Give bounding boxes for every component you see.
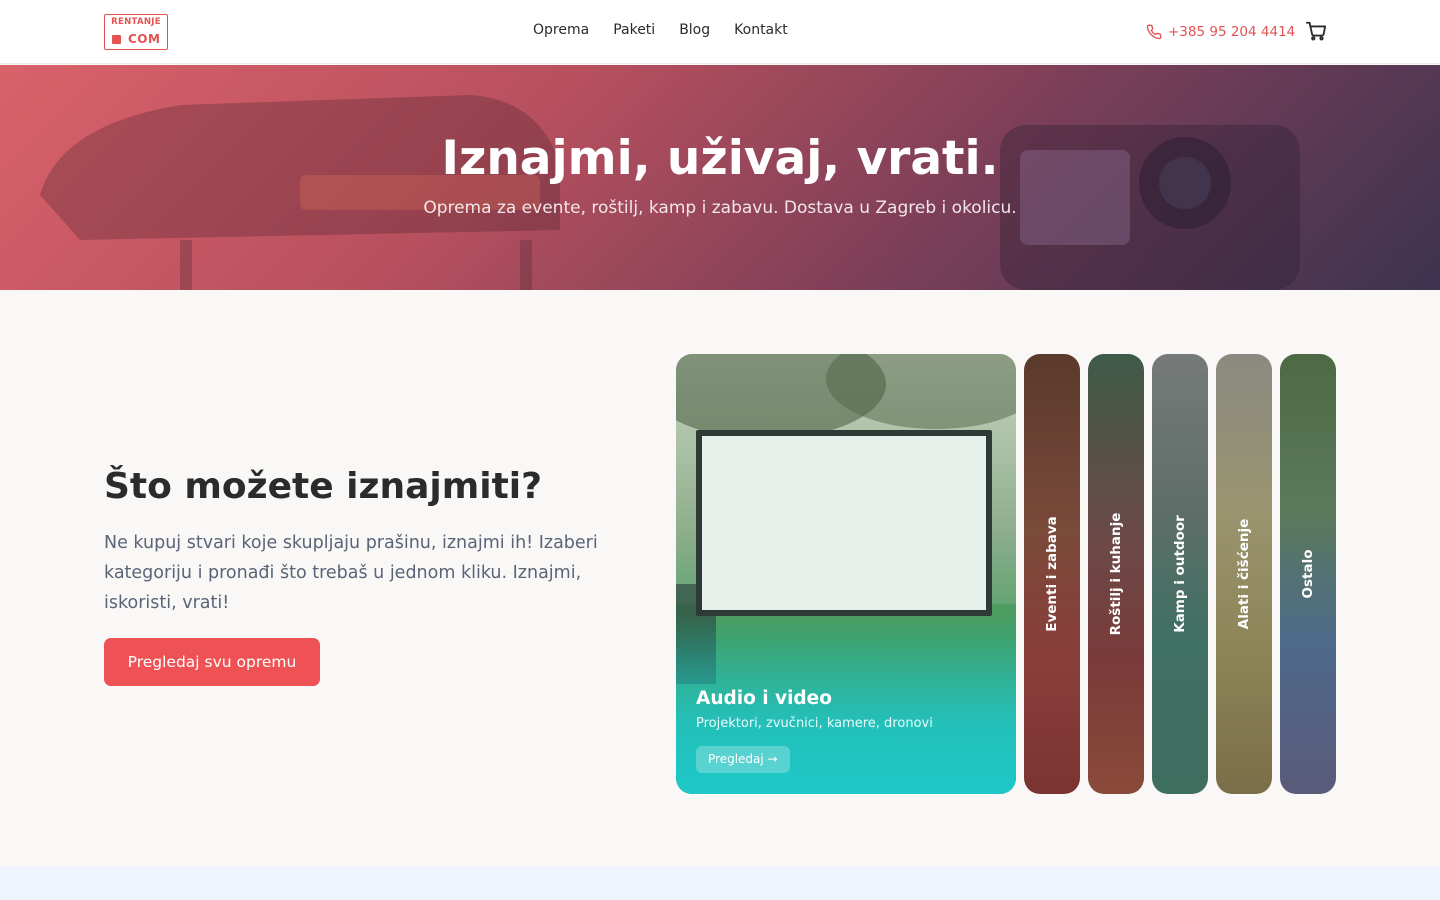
hero-subtitle: Oprema za evente, roštilj, kamp i zabavu… [423, 198, 1017, 218]
nav-item-blog[interactable]: Blog [679, 22, 710, 38]
section-title: Što možete iznajmiti? [104, 466, 543, 507]
category-browse-button[interactable]: Pregledaj → [696, 746, 790, 773]
category-label: Ostalo [1300, 549, 1316, 599]
logo-text-bottom: COM [128, 32, 161, 46]
category-label: Eventi i zabava [1044, 516, 1060, 632]
phone-icon [1146, 24, 1162, 40]
category-card-rostilj[interactable]: Roštilj i kuhanje [1088, 354, 1144, 794]
category-card-alati[interactable]: Alati i čišćenje [1216, 354, 1272, 794]
logo-bottom: COM [110, 32, 166, 47]
site-header: RENTANJE COM Oprema Paketi Blog Kontakt … [0, 0, 1440, 64]
cart-icon[interactable] [1305, 20, 1327, 42]
logo-square-icon [112, 35, 121, 44]
nav-item-oprema[interactable]: Oprema [533, 22, 589, 38]
category-label: Alati i čišćenje [1236, 518, 1252, 630]
category-card-audio-video[interactable]: Audio i video Projektori, zvučnici, kame… [676, 354, 1016, 794]
category-label: Kamp i outdoor [1172, 515, 1188, 633]
phone-link[interactable]: +385 95 204 4414 [1146, 22, 1295, 42]
logo-text-top: RENTANJE [111, 17, 161, 27]
phone-number: +385 95 204 4414 [1168, 24, 1296, 40]
logo[interactable]: RENTANJE COM [104, 14, 168, 50]
category-subtitle: Projektori, zvučnici, kamere, dronovi [696, 716, 933, 731]
nav-item-kontakt[interactable]: Kontakt [734, 22, 788, 38]
category-label: Roštilj i kuhanje [1108, 512, 1124, 636]
hero-banner: Iznajmi, uživaj, vrati. Oprema za evente… [0, 65, 1440, 290]
nav-item-paketi[interactable]: Paketi [613, 22, 655, 38]
browse-all-button[interactable]: Pregledaj svu opremu [104, 638, 320, 686]
category-title: Audio i video [696, 688, 832, 709]
category-card-eventi[interactable]: Eventi i zabava [1024, 354, 1080, 794]
category-card-kamp[interactable]: Kamp i outdoor [1152, 354, 1208, 794]
projector-screen-image [696, 430, 992, 616]
section-description: Ne kupuj stvari koje skupljaju prašinu, … [104, 533, 598, 613]
category-card-ostalo[interactable]: Ostalo [1280, 354, 1336, 794]
next-section-band [0, 866, 1440, 900]
hero-title: Iznajmi, uživaj, vrati. [441, 131, 999, 186]
main-nav: Oprema Paketi Blog Kontakt [533, 22, 788, 38]
